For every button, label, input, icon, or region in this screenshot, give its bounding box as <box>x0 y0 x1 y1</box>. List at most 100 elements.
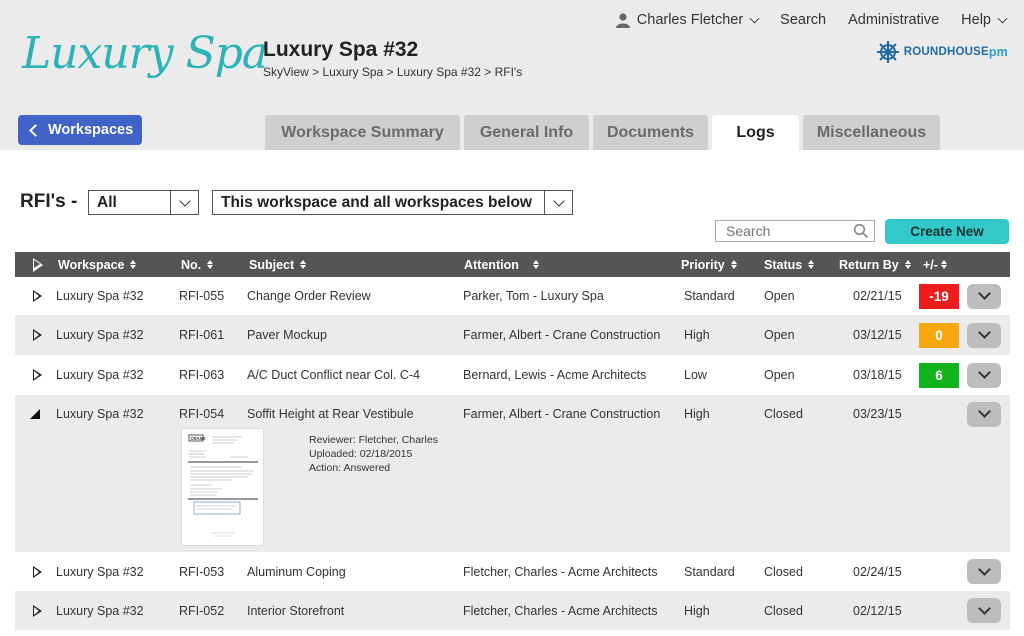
column-label: Attention <box>464 257 519 272</box>
row-actions-button[interactable] <box>967 362 1001 388</box>
cell-subject[interactable]: A/C Duct Conflict near Col. C-4 <box>247 355 420 395</box>
cell-return-by: 02/24/15 <box>853 564 902 579</box>
user-icon <box>615 12 630 28</box>
tab-workspace-summary[interactable]: Workspace Summary <box>265 115 460 150</box>
cell-priority: Standard <box>684 289 735 303</box>
column-label: Status <box>764 257 803 272</box>
row-actions-button[interactable] <box>967 322 1001 348</box>
breadcrumb[interactable]: SkyView > Luxury Spa > Luxury Spa #32 > … <box>263 65 522 79</box>
uploaded-text: Uploaded: 02/18/2015 <box>309 448 413 460</box>
tab-miscellaneous[interactable]: Miscellaneous <box>803 115 940 150</box>
cell-rfi-number[interactable]: RFI-061 <box>179 315 224 355</box>
search-input[interactable] <box>716 223 851 239</box>
rfi-document-thumbnail[interactable]: CRANE <box>181 428 264 546</box>
cell-priority: High <box>684 407 710 421</box>
expand-row-icon[interactable] <box>33 565 42 578</box>
table-row[interactable]: Luxury Spa #32 RFI-053 Aluminum Coping F… <box>15 552 1010 591</box>
cell-attention: Parker, Tom - Luxury Spa <box>463 289 604 303</box>
expand-row-icon[interactable] <box>33 604 42 617</box>
rfi-type-select[interactable]: All <box>88 190 199 215</box>
cell-priority: High <box>684 603 710 618</box>
ship-wheel-icon <box>876 41 899 63</box>
sort-icon <box>941 260 948 269</box>
table-row[interactable]: Luxury Spa #32 RFI-052 Interior Storefro… <box>15 591 1010 630</box>
chevron-left-icon <box>29 123 42 137</box>
search-icon[interactable] <box>853 223 869 239</box>
cell-subject[interactable]: Soffit Height at Rear Vestibule <box>247 395 414 433</box>
expand-row-icon[interactable] <box>33 329 42 341</box>
cell-rfi-number[interactable]: RFI-055 <box>179 277 224 315</box>
search-field[interactable] <box>715 220 875 242</box>
cell-attention: Bernard, Lewis - Acme Architects <box>463 368 647 382</box>
cell-attention: Farmer, Albert - Crane Construction <box>463 328 661 342</box>
help-menu[interactable]: Help <box>961 12 1008 28</box>
expand-all-icon <box>33 257 43 272</box>
create-new-button[interactable]: Create New <box>885 219 1009 244</box>
row-actions-button[interactable] <box>967 401 1001 427</box>
nav-administrative-link[interactable]: Administrative <box>848 12 939 28</box>
expand-row-icon[interactable] <box>33 290 42 302</box>
cell-workspace: Luxury Spa #32 <box>56 328 144 342</box>
workspaces-back-button[interactable]: Workspaces <box>18 115 142 145</box>
cell-subject[interactable]: Paver Mockup <box>247 315 327 355</box>
chevron-down-icon <box>749 13 760 23</box>
user-menu[interactable]: Charles Fletcher <box>615 12 760 28</box>
sort-icon <box>207 260 214 269</box>
chevron-down-icon[interactable] <box>170 191 198 214</box>
table-row-expanded[interactable]: Luxury Spa #32 RFI-054 Soffit Height at … <box>15 395 1010 552</box>
chevron-down-icon <box>977 287 991 300</box>
tab-documents[interactable]: Documents <box>593 115 708 150</box>
partner-logo-text: ROUNDHOUSE <box>903 46 989 58</box>
column-label: Priority <box>681 257 725 272</box>
days-diff-badge: 0 <box>919 322 959 348</box>
cell-status: Closed <box>764 564 803 579</box>
tab-logs[interactable]: Logs <box>712 115 799 150</box>
column-label: No. <box>181 257 202 272</box>
table-row[interactable]: Luxury Spa #32 RFI-063 A/C Duct Conflict… <box>15 355 1010 395</box>
column-label: Subject <box>249 257 295 272</box>
cell-subject[interactable]: Change Order Review <box>247 277 371 315</box>
table-row[interactable]: Luxury Spa #32 RFI-061 Paver Mockup Farm… <box>15 315 1010 355</box>
cell-subject[interactable]: Interior Storefront <box>247 591 344 630</box>
document-metadata: Reviewer: Fletcher, Charles Uploaded: 02… <box>309 433 438 475</box>
row-actions-button[interactable] <box>967 559 1001 584</box>
cell-workspace: Luxury Spa #32 <box>56 564 144 579</box>
column-header-priority[interactable]: Priority <box>681 252 738 277</box>
top-navigation: Charles Fletcher Search Administrative H… <box>615 12 1008 28</box>
expand-row-icon[interactable] <box>33 369 42 381</box>
row-actions-button[interactable] <box>967 283 1001 309</box>
cell-workspace: Luxury Spa #32 <box>56 289 144 303</box>
column-label: Return By <box>839 257 899 272</box>
column-header-no[interactable]: No. <box>181 252 214 277</box>
column-header-return-by[interactable]: Return By <box>839 252 912 277</box>
expand-all-toggle[interactable] <box>33 252 43 277</box>
row-actions-button[interactable] <box>967 598 1001 623</box>
chevron-down-icon[interactable] <box>544 191 572 214</box>
cell-priority: Standard <box>684 564 735 579</box>
column-header-subject[interactable]: Subject <box>249 252 307 277</box>
column-header-status[interactable]: Status <box>764 252 815 277</box>
days-diff-badge: 6 <box>919 362 959 388</box>
cell-subject[interactable]: Aluminum Coping <box>247 552 346 591</box>
document-preview-image: CRANE <box>188 434 258 537</box>
tab-general-info[interactable]: General Info <box>464 115 589 150</box>
cell-rfi-number[interactable]: RFI-052 <box>179 591 224 630</box>
collapse-row-icon[interactable] <box>30 409 40 419</box>
chevron-down-icon <box>977 405 991 418</box>
luxury-spa-logo[interactable]: Luxury Spa <box>22 28 268 79</box>
action-text: Action: Answered <box>309 462 391 474</box>
column-header-workspace[interactable]: Workspace <box>58 252 137 277</box>
rfi-filter-label: RFI's - <box>20 191 78 212</box>
column-header-attention[interactable]: Attention <box>464 252 540 277</box>
roundhouse-pm-logo[interactable]: ROUNDHOUSE pm <box>876 40 1008 64</box>
cell-rfi-number[interactable]: RFI-063 <box>179 355 224 395</box>
cell-rfi-number[interactable]: RFI-053 <box>179 552 224 591</box>
cell-attention: Fletcher, Charles - Acme Architects <box>463 603 658 618</box>
workspace-scope-select[interactable]: This workspace and all workspaces below <box>212 190 573 215</box>
page-title: Luxury Spa #32 <box>263 38 419 61</box>
nav-search-link[interactable]: Search <box>780 12 826 28</box>
table-row[interactable]: Luxury Spa #32 RFI-055 Change Order Revi… <box>15 277 1010 315</box>
column-label: Workspace <box>58 257 125 272</box>
cell-return-by: 03/23/15 <box>853 407 902 421</box>
column-header-diff[interactable]: +/- <box>923 252 948 277</box>
